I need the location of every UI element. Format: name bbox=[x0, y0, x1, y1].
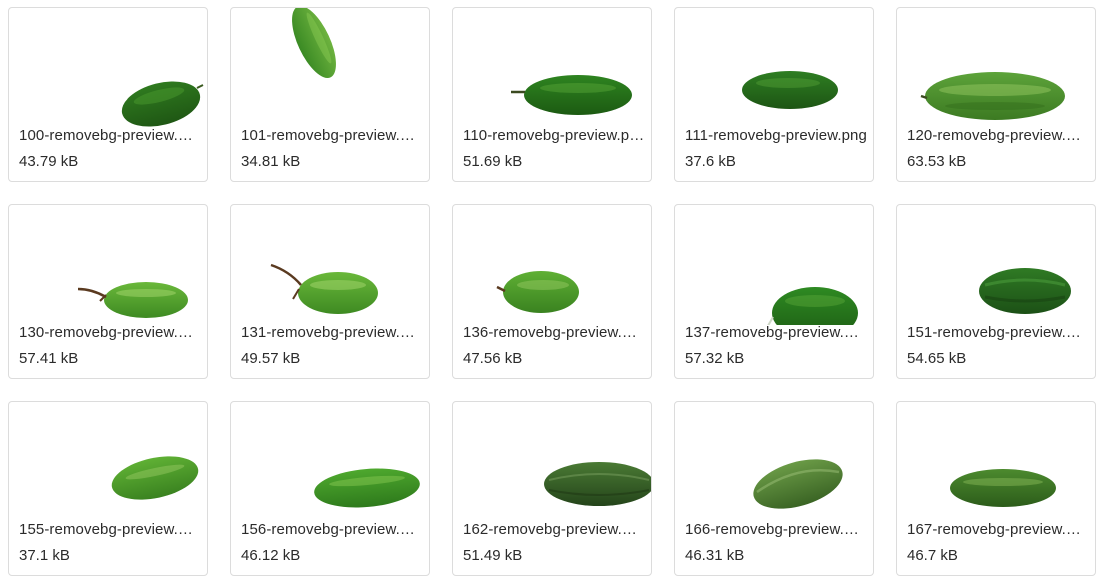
cucumber-thumbnail-icon bbox=[897, 205, 1095, 325]
file-name: 130-removebg-preview.png bbox=[19, 324, 201, 341]
cucumber-thumbnail-icon bbox=[9, 8, 207, 128]
file-card[interactable]: 130-removebg-preview.png 57.41 kB bbox=[8, 204, 208, 379]
file-grid: 100-removebg-preview.png 43.79 kB 101-re… bbox=[8, 7, 1098, 578]
file-card[interactable]: 131-removebg-preview.png 49.57 kB bbox=[230, 204, 430, 379]
file-size: 63.53 kB bbox=[907, 153, 967, 170]
cucumber-thumbnail-icon bbox=[231, 8, 429, 128]
file-card[interactable]: 137-removebg-preview.png 57.32 kB bbox=[674, 204, 874, 379]
file-card[interactable]: 156-removebg-preview.png 46.12 kB bbox=[230, 401, 430, 576]
cucumber-thumbnail-icon bbox=[453, 205, 651, 325]
cucumber-thumbnail-icon bbox=[897, 8, 1095, 128]
file-size: 47.56 kB bbox=[463, 350, 523, 367]
file-name: 151-removebg-preview.png bbox=[907, 324, 1089, 341]
cucumber-thumbnail-icon bbox=[453, 8, 651, 128]
cucumber-thumbnail-icon bbox=[9, 402, 207, 522]
file-card[interactable]: 166-removebg-preview.png 46.31 kB bbox=[674, 401, 874, 576]
file-size: 46.12 kB bbox=[241, 547, 301, 564]
cucumber-thumbnail-icon bbox=[675, 8, 873, 128]
file-size: 46.31 kB bbox=[685, 547, 745, 564]
file-name: 167-removebg-preview.png bbox=[907, 521, 1089, 538]
file-card[interactable]: 136-removebg-preview.png 47.56 kB bbox=[452, 204, 652, 379]
file-name: 137-removebg-preview.png bbox=[685, 324, 867, 341]
file-size: 51.69 kB bbox=[463, 153, 523, 170]
file-size: 54.65 kB bbox=[907, 350, 967, 367]
file-size: 46.7 kB bbox=[907, 547, 958, 564]
cucumber-thumbnail-icon bbox=[453, 402, 651, 522]
file-name: 155-removebg-preview.png bbox=[19, 521, 201, 538]
file-card[interactable]: 155-removebg-preview.png 37.1 kB bbox=[8, 401, 208, 576]
cucumber-thumbnail-icon bbox=[231, 402, 429, 522]
file-name: 120-removebg-preview.png bbox=[907, 127, 1089, 144]
file-name: 166-removebg-preview.png bbox=[685, 521, 867, 538]
cucumber-thumbnail-icon bbox=[675, 205, 873, 325]
file-name: 110-removebg-preview.png bbox=[463, 127, 645, 144]
file-card[interactable]: 151-removebg-preview.png 54.65 kB bbox=[896, 204, 1096, 379]
file-card[interactable]: 111-removebg-preview.png 37.6 kB bbox=[674, 7, 874, 182]
file-size: 37.1 kB bbox=[19, 547, 70, 564]
file-name: 101-removebg-preview.png bbox=[241, 127, 423, 144]
file-card[interactable]: 162-removebg-preview.png 51.49 kB bbox=[452, 401, 652, 576]
file-card[interactable]: 167-removebg-preview.png 46.7 kB bbox=[896, 401, 1096, 576]
file-size: 51.49 kB bbox=[463, 547, 523, 564]
file-name: 111-removebg-preview.png bbox=[685, 127, 867, 144]
file-name: 136-removebg-preview.png bbox=[463, 324, 645, 341]
file-card[interactable]: 110-removebg-preview.png 51.69 kB bbox=[452, 7, 652, 182]
file-size: 57.41 kB bbox=[19, 350, 79, 367]
file-name: 131-removebg-preview.png bbox=[241, 324, 423, 341]
file-card[interactable]: 100-removebg-preview.png 43.79 kB bbox=[8, 7, 208, 182]
file-size: 34.81 kB bbox=[241, 153, 301, 170]
file-size: 43.79 kB bbox=[19, 153, 79, 170]
file-size: 49.57 kB bbox=[241, 350, 301, 367]
file-size: 37.6 kB bbox=[685, 153, 736, 170]
cucumber-thumbnail-icon bbox=[231, 205, 429, 325]
file-size: 57.32 kB bbox=[685, 350, 745, 367]
file-name: 156-removebg-preview.png bbox=[241, 521, 423, 538]
cucumber-thumbnail-icon bbox=[897, 402, 1095, 522]
cucumber-thumbnail-icon bbox=[675, 402, 873, 522]
file-name: 100-removebg-preview.png bbox=[19, 127, 201, 144]
file-card[interactable]: 101-removebg-preview.png 34.81 kB bbox=[230, 7, 430, 182]
file-card[interactable]: 120-removebg-preview.png 63.53 kB bbox=[896, 7, 1096, 182]
file-name: 162-removebg-preview.png bbox=[463, 521, 645, 538]
cucumber-thumbnail-icon bbox=[9, 205, 207, 325]
